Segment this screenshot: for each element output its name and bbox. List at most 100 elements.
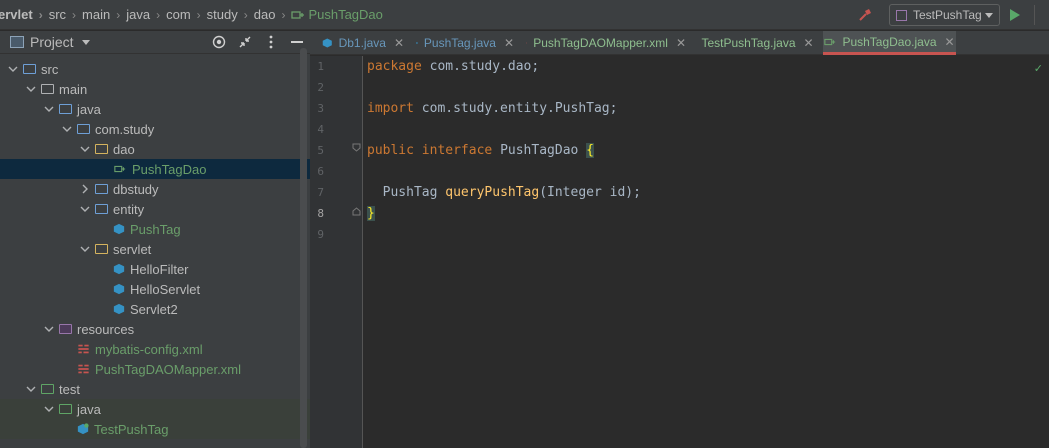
tree-item-main[interactable]: main xyxy=(0,79,321,99)
breadcrumb-separator-icon: › xyxy=(281,7,286,22)
editor-tab[interactable]: TestPushTag.java ✕ xyxy=(696,31,813,55)
run-configuration-dropdown[interactable]: TestPushTag xyxy=(889,4,1000,26)
breadcrumb-item[interactable]: dao › xyxy=(254,7,292,22)
close-brace: } xyxy=(367,206,375,221)
breadcrumb-label: java xyxy=(126,7,151,22)
line-number: 5 xyxy=(317,144,324,157)
editor-tab[interactable]: PushTag.java ✕ xyxy=(416,31,514,55)
editor-tab[interactable]: PushTagDao.java ✕ xyxy=(823,31,956,55)
collapse-all-button[interactable] xyxy=(232,31,258,53)
breadcrumb-item[interactable]: java › xyxy=(126,7,166,22)
breadcrumb-item[interactable]: main › xyxy=(82,7,126,22)
editor-tab[interactable]: PushTagDAOMapper.xml ✕ xyxy=(526,31,686,55)
editor-tab[interactable]: Db1.java ✕ xyxy=(322,31,404,55)
tree-item-label: Servlet2 xyxy=(130,301,178,317)
chevron-down-icon[interactable] xyxy=(78,142,92,156)
project-tree-scrollbar[interactable] xyxy=(300,48,307,448)
test-source-folder-icon xyxy=(59,404,72,414)
breadcrumb-item[interactable]: PushTagDao xyxy=(291,7,383,22)
breadcrumb-label: main xyxy=(82,7,111,22)
tree-item-label: PushTagDAOMapper.xml xyxy=(95,361,241,377)
breadcrumb-label: PushTagDao xyxy=(308,7,383,22)
breadcrumb-item[interactable]: study › xyxy=(207,7,254,22)
breadcrumb: ervlet › src › main › java › com › study › dao › PushT… xyxy=(0,7,383,22)
chevron-down-icon[interactable] xyxy=(42,322,56,336)
interface-icon xyxy=(114,165,126,173)
interface-icon xyxy=(291,10,305,19)
tree-item-label: dbstudy xyxy=(113,181,159,197)
tab-label: PushTagDao.java xyxy=(842,34,937,49)
tree-item-java[interactable]: java xyxy=(0,99,339,119)
tree-item-src[interactable]: src xyxy=(0,59,303,79)
locate-file-button[interactable] xyxy=(206,31,232,53)
chevron-right-icon[interactable] xyxy=(78,182,92,196)
code-line-7: PushTag queryPushTag(Integer id); xyxy=(367,185,641,200)
line-number-gutter: 1 2 3 4 5 6 7 8 9 xyxy=(310,56,362,448)
options-menu-button[interactable] xyxy=(258,31,284,53)
chevron-down-icon[interactable] xyxy=(24,82,38,96)
close-icon[interactable]: ✕ xyxy=(804,36,814,50)
folder-icon xyxy=(41,84,54,94)
breadcrumb-label: dao xyxy=(253,7,276,22)
line-number: 6 xyxy=(317,165,324,178)
project-panel-header: Project xyxy=(0,31,310,54)
tree-item-java[interactable]: java xyxy=(0,399,339,419)
close-icon[interactable]: ✕ xyxy=(394,36,404,50)
breadcrumb-separator-icon: › xyxy=(196,7,201,22)
editor-tab-bar: Db1.java ✕ PushTag.java ✕ PushTagDAOMapper.x… xyxy=(310,31,1049,55)
close-icon[interactable]: ✕ xyxy=(676,36,686,50)
tree-item-label: TestPushTag xyxy=(94,421,169,437)
breadcrumb-item[interactable]: com › xyxy=(166,7,207,22)
tree-item-test[interactable]: test xyxy=(0,379,321,399)
line-number: 8 xyxy=(317,207,324,220)
breadcrumb-item[interactable]: ervlet › xyxy=(0,7,49,22)
import-path: com.study.entity.PushTag; xyxy=(413,101,618,116)
line-number: 2 xyxy=(317,81,324,94)
class-icon xyxy=(416,42,418,44)
class-icon xyxy=(322,38,332,48)
project-panel-title[interactable]: Project xyxy=(30,34,74,50)
chevron-down-icon[interactable] xyxy=(78,202,92,216)
tree-item-label: com.study xyxy=(95,121,155,137)
close-icon[interactable]: ✕ xyxy=(504,36,514,50)
breadcrumb-item[interactable]: src › xyxy=(49,7,82,22)
breadcrumb-separator-icon: › xyxy=(72,7,77,22)
interface-icon xyxy=(824,38,836,45)
run-play-icon[interactable] xyxy=(1010,9,1020,21)
line-number: 9 xyxy=(317,228,324,241)
tree-item-label: HelloServlet xyxy=(130,281,201,297)
breadcrumb-separator-icon: › xyxy=(156,7,161,22)
line-number: 7 xyxy=(317,186,324,199)
keyword-import: import xyxy=(367,101,414,116)
tree-item-label: src xyxy=(41,61,59,77)
src-folder-icon xyxy=(23,64,36,74)
close-icon[interactable]: ✕ xyxy=(945,35,955,49)
chevron-down-icon[interactable] xyxy=(6,62,20,76)
build-hammer-icon[interactable] xyxy=(857,7,873,23)
fold-marker-icon[interactable] xyxy=(352,207,361,216)
open-brace: { xyxy=(586,143,594,158)
chevron-down-icon[interactable] xyxy=(81,39,90,45)
tree-item-resources[interactable]: resources xyxy=(0,319,339,339)
fold-marker-icon[interactable] xyxy=(352,143,361,152)
code-editor[interactable]: 1 2 3 4 5 6 7 8 9 package com.study.dao; import … xyxy=(310,56,1049,448)
inspection-ok-icon[interactable]: ✓ xyxy=(1034,62,1043,75)
test-folder-icon xyxy=(41,384,54,394)
return-type: PushTag xyxy=(367,185,446,200)
test-class-icon xyxy=(77,423,89,435)
chevron-down-icon[interactable] xyxy=(78,242,92,256)
chevron-down-icon[interactable] xyxy=(42,102,56,116)
tab-label: PushTag.java xyxy=(423,36,496,50)
chevron-down-icon[interactable] xyxy=(42,402,56,416)
code-line-1: package com.study.dao; xyxy=(367,59,539,74)
tree-item-label: test xyxy=(59,381,80,397)
source-folder-icon xyxy=(59,104,72,114)
code-line-5: public interface PushTagDao { xyxy=(367,143,594,158)
chevron-down-icon[interactable] xyxy=(24,382,38,396)
gutter-divider xyxy=(362,56,363,448)
project-tool-window: Project src main java com.study dao PushTagDa… xyxy=(0,31,393,448)
chevron-down-icon[interactable] xyxy=(60,122,74,136)
